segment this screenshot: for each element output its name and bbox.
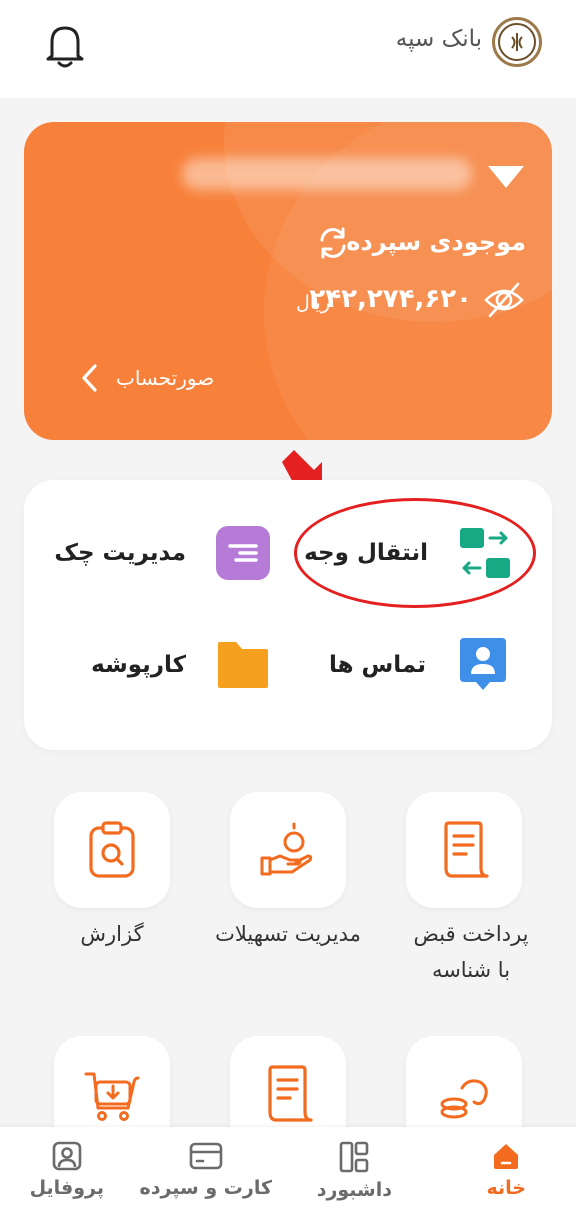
balance-amount: ۲۴۲,۲۷۴,۶۲۰ — [309, 284, 472, 314]
service-label: پرداخت قبض با شناسه — [413, 922, 529, 982]
account-card[interactable]: موجودی سپرده ۲۴۲,۲۷۴,۶۲۰ ریال صورتحساب — [24, 122, 552, 440]
coins-icon — [440, 1079, 488, 1119]
bank-name: بانک سپه — [395, 26, 482, 52]
statement-link[interactable]: صورتحساب — [78, 362, 214, 394]
top-bar: بانک سپه — [0, 0, 576, 98]
document-icon — [268, 1065, 313, 1122]
profile-icon — [52, 1141, 82, 1171]
quick-action-contacts[interactable]: تماس ها — [329, 638, 510, 692]
nav-label: پروفایل — [29, 1177, 104, 1199]
account-dropdown-icon[interactable] — [488, 166, 524, 188]
quick-action-label: کارپوشه — [91, 652, 186, 678]
nav-label: خانه — [486, 1177, 526, 1199]
bottom-nav: خانه داشبورد کارت و سپرده پروفایل — [0, 1127, 576, 1217]
service-tile-bill[interactable] — [406, 792, 522, 908]
quick-action-transfer[interactable]: انتقال وجه — [304, 526, 512, 580]
nav-label: کارت و سپرده — [139, 1177, 272, 1199]
quick-action-label: تماس ها — [328, 652, 426, 678]
contacts-icon — [456, 638, 510, 692]
eye-off-icon[interactable] — [482, 278, 526, 322]
service-label: گزارش — [80, 922, 144, 946]
bank-logo-emblem — [498, 23, 536, 61]
nav-label: داشبورد — [316, 1179, 392, 1201]
quick-action-label: مدیریت چک — [54, 540, 186, 566]
service-tile-report[interactable] — [54, 792, 170, 908]
quick-action-folder[interactable]: کارپوشه — [91, 638, 270, 692]
currency-label: ریال — [295, 292, 330, 314]
nav-item-dashboard[interactable]: داشبورد — [317, 1141, 392, 1201]
dashboard-icon — [340, 1141, 369, 1173]
nav-item-card[interactable]: کارت و سپرده — [140, 1141, 272, 1199]
report-icon — [89, 821, 135, 878]
folder-icon — [216, 638, 270, 692]
check-icon — [216, 526, 270, 580]
quick-actions-panel: انتقال وجه مدیریت چک تماس ها کارپوشه — [24, 480, 552, 750]
bell-icon[interactable] — [38, 18, 92, 72]
nav-item-profile[interactable]: پروفایل — [30, 1141, 104, 1199]
balance-label: موجودی سپرده — [346, 228, 526, 256]
bank-logo — [492, 17, 542, 67]
home-icon — [494, 1144, 519, 1169]
loan-icon — [260, 822, 313, 876]
account-number-blurred — [182, 158, 472, 190]
nav-item-home[interactable]: خانه — [487, 1141, 526, 1199]
bill-icon — [444, 821, 489, 878]
card-icon — [189, 1142, 223, 1170]
quick-action-check[interactable]: مدیریت چک — [54, 526, 270, 580]
cart-icon — [84, 1072, 140, 1121]
statement-label: صورتحساب — [116, 366, 215, 390]
chevron-left-icon — [82, 364, 97, 392]
transfer-icon — [458, 526, 512, 580]
service-tile-loan[interactable] — [230, 792, 346, 908]
emblem-icon — [511, 33, 523, 51]
quick-action-label: انتقال وجه — [304, 540, 428, 566]
service-label: مدیریت تسهیلات — [215, 922, 361, 946]
